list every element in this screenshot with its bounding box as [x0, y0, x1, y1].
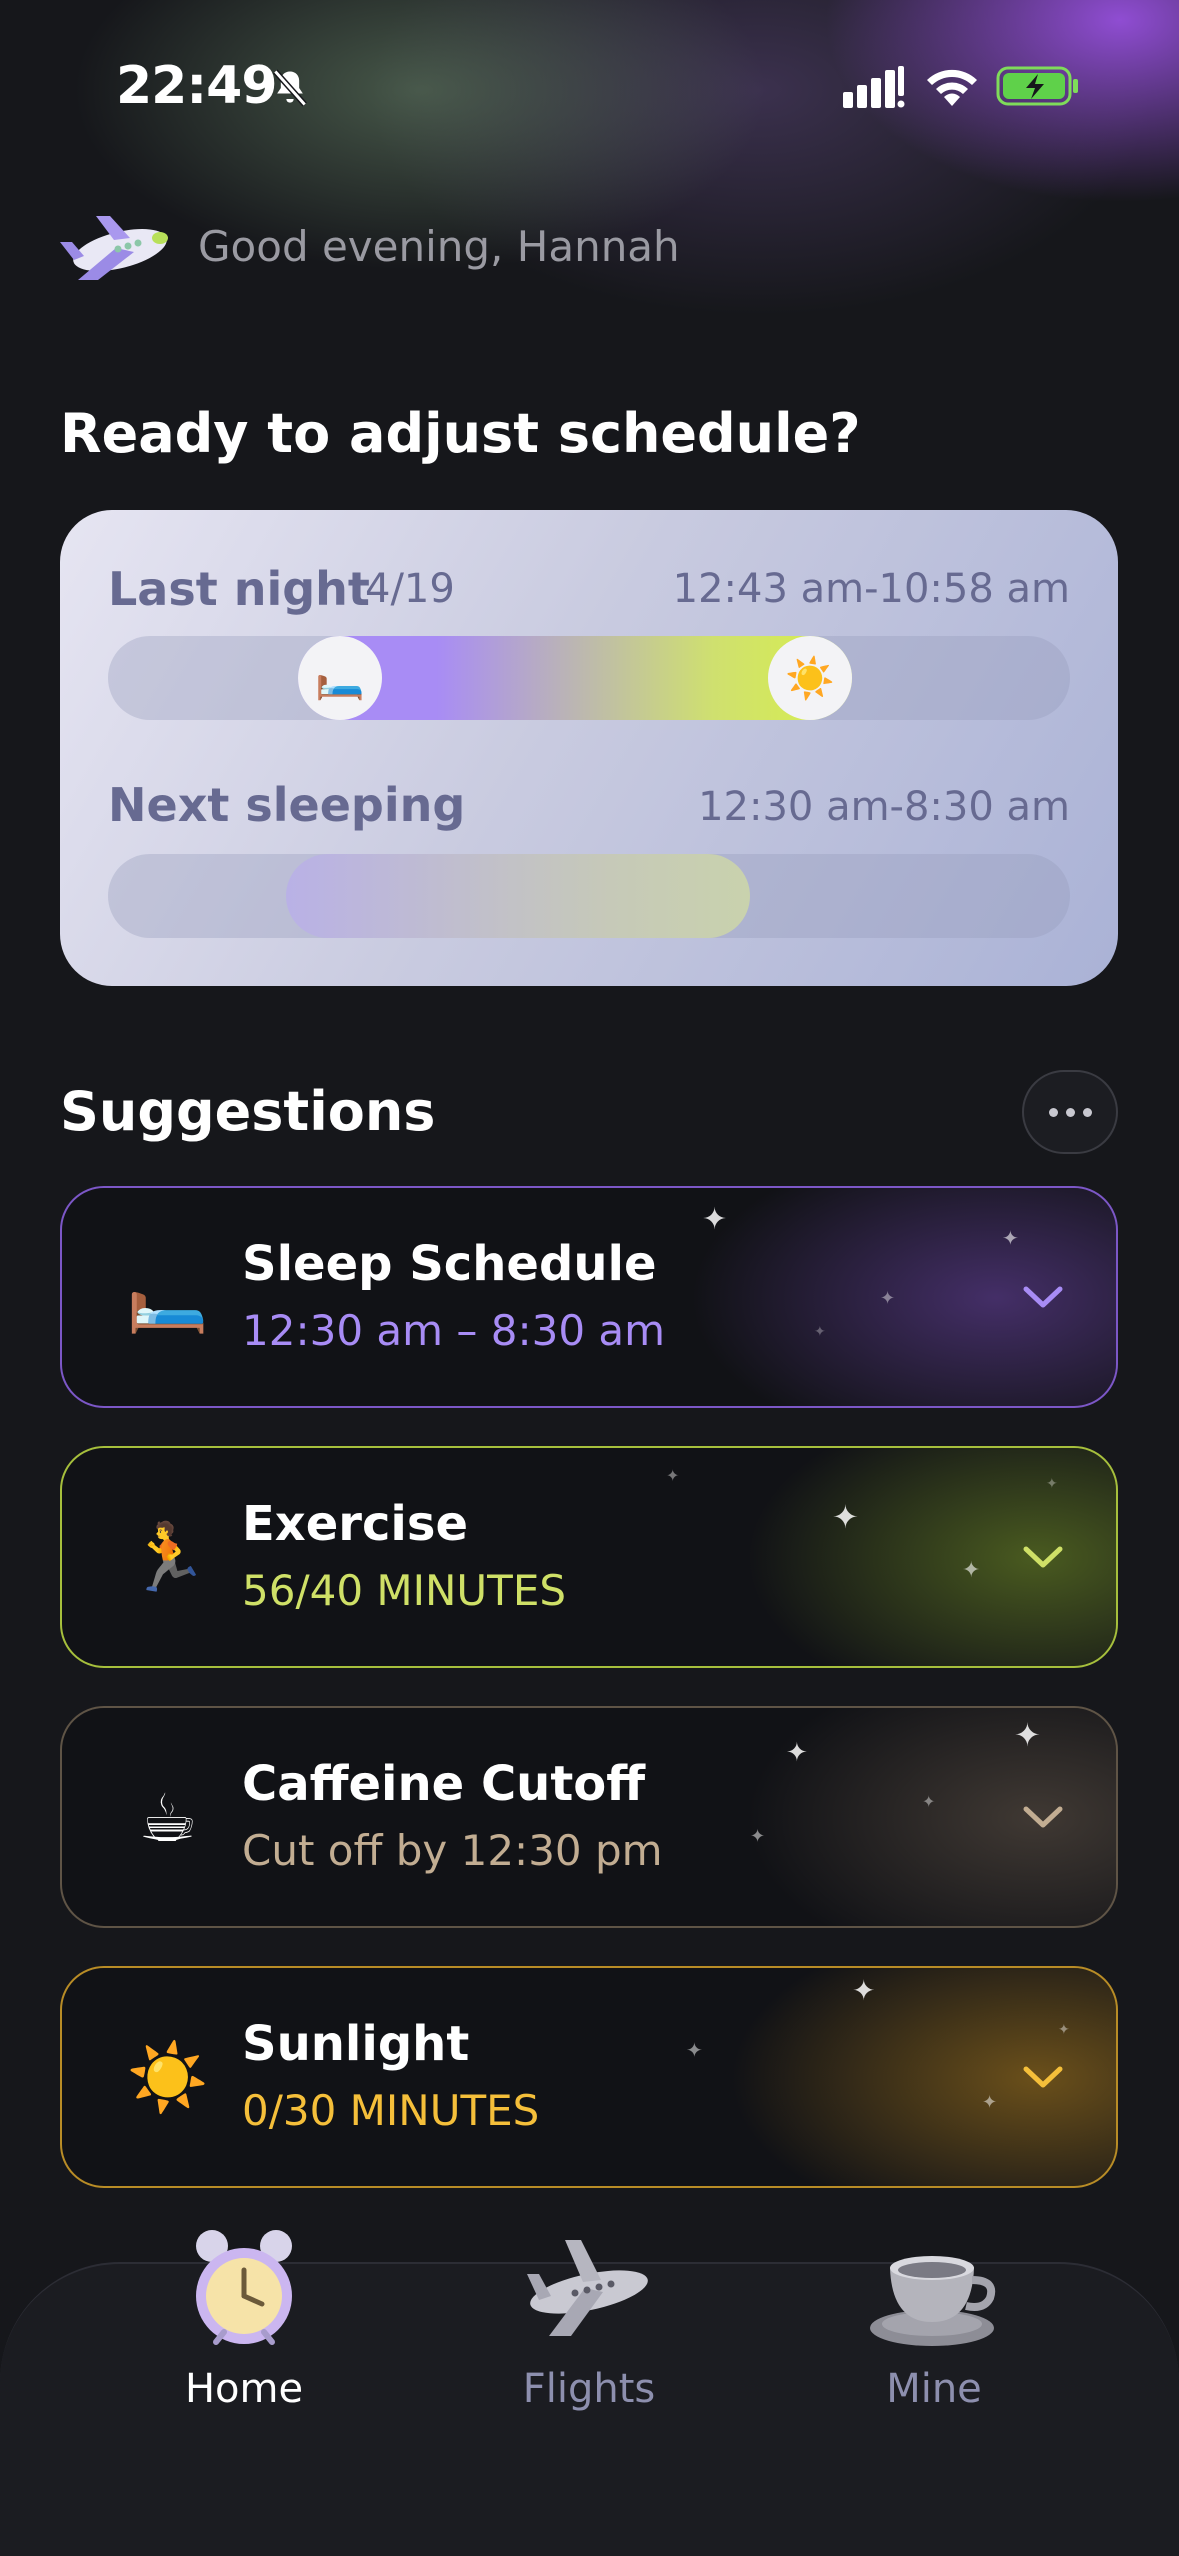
tab-label: Mine — [886, 2366, 982, 2412]
schedule-card[interactable]: Last night 4/19 12:43 am-10:58 am 🛏️ ☀️ … — [60, 510, 1118, 986]
status-bar: 22:49 — [0, 0, 1179, 170]
sparkle-icon: ✦ — [814, 1324, 826, 1340]
bed-icon: 🛏️ — [126, 1259, 210, 1336]
suggestion-title: Sleep Schedule — [242, 1236, 657, 1292]
tab-flights[interactable]: Flights — [479, 2224, 699, 2454]
sparkle-icon: ✦ — [1046, 1476, 1058, 1492]
cellular-signal-icon — [843, 66, 905, 108]
sun-icon: ☀️ — [126, 2039, 210, 2116]
greeting-text: Good evening, Hannah — [198, 222, 680, 271]
last-night-time-range: 12:43 am-10:58 am — [672, 566, 1070, 612]
sparkle-icon: ✦ — [666, 1466, 680, 1485]
coffee-icon: ☕ — [138, 1779, 198, 1857]
sparkle-icon: ✦ — [702, 1202, 728, 1237]
suggestion-card-sleep-schedule[interactable]: ✦ ✦ ✦ ✦ 🛏️ Sleep Schedule 12:30 am – 8:3… — [60, 1186, 1118, 1408]
sparkle-icon: ✦ — [922, 1792, 936, 1811]
suggestion-title: Sunlight — [242, 2016, 470, 2072]
suggestion-card-exercise[interactable]: ✦ ✦ ✦ ✦ 🏃 Exercise 56/40 MINUTES — [60, 1446, 1118, 1668]
chevron-down-icon[interactable] — [1020, 1274, 1066, 1320]
chevron-down-icon[interactable] — [1020, 1794, 1066, 1840]
sparkle-icon: ✦ — [1002, 1226, 1019, 1250]
status-time: 22:49 — [116, 56, 278, 116]
suggestion-title: Exercise — [242, 1496, 469, 1552]
last-night-sleep-bar: 🛏️ ☀️ — [108, 636, 1070, 720]
bed-icon: 🛏️ — [298, 636, 382, 720]
sparkle-icon: ✦ — [686, 2038, 703, 2062]
airplane-icon — [527, 2240, 648, 2336]
suggestion-card-sunlight[interactable]: ✦ ✦ ✦ ✦ ☀️ Sunlight 0/30 MINUTES — [60, 1966, 1118, 2188]
airplane-icon — [60, 216, 168, 280]
tab-label: Home — [184, 2366, 304, 2412]
suggestion-subtitle: Cut off by 12:30 pm — [242, 1826, 663, 1875]
runner-icon: 🏃 — [126, 1519, 210, 1596]
suggestion-subtitle: 0/30 MINUTES — [242, 2086, 540, 2135]
tab-home[interactable]: Home — [134, 2224, 354, 2454]
alarm-clock-icon — [196, 2230, 292, 2345]
page-title: Ready to adjust schedule? — [60, 402, 861, 465]
next-sleeping-time-range: 12:30 am-8:30 am — [698, 784, 1070, 830]
more-dot — [1048, 1107, 1058, 1117]
tab-label: Flights — [522, 2366, 656, 2412]
sparkle-icon: ✦ — [962, 1558, 981, 1583]
sparkle-icon: ✦ — [982, 2092, 998, 2113]
last-night-label: Last night — [108, 562, 370, 616]
more-dot — [1065, 1107, 1075, 1117]
next-sleeping-label: Next sleeping — [108, 778, 466, 832]
sparkle-icon: ✦ — [1014, 1716, 1041, 1754]
sun-icon: ☀️ — [768, 636, 852, 720]
sparkle-icon: ✦ — [750, 1826, 766, 1847]
battery-charging-icon — [996, 66, 1078, 106]
suggestion-subtitle: 12:30 am – 8:30 am — [242, 1306, 666, 1355]
tab-bar: Home Flights Mine — [0, 2230, 1179, 2556]
sparkle-icon: ✦ — [832, 1498, 859, 1536]
suggestions-title: Suggestions — [60, 1080, 436, 1143]
sparkle-icon: ✦ — [852, 1974, 876, 2007]
sparkle-icon: ✦ — [880, 1288, 896, 1309]
sparkle-icon: ✦ — [786, 1738, 808, 1768]
suggestion-subtitle: 56/40 MINUTES — [242, 1566, 567, 1615]
suggestion-card-caffeine-cutoff[interactable]: ✦ ✦ ✦ ✦ ☕ Caffeine Cutoff Cut off by 12:… — [60, 1706, 1118, 1928]
next-sleeping-fill — [286, 854, 750, 938]
chevron-down-icon[interactable] — [1020, 2054, 1066, 2100]
last-night-date: 4/19 — [365, 566, 455, 612]
sparkle-icon: ✦ — [1058, 2022, 1070, 2038]
teacup-icon — [870, 2256, 996, 2346]
next-sleeping-bar — [108, 854, 1070, 938]
suggestion-title: Caffeine Cutoff — [242, 1756, 646, 1812]
chevron-down-icon[interactable] — [1020, 1534, 1066, 1580]
wifi-icon — [927, 69, 977, 106]
more-options-button[interactable] — [1022, 1070, 1118, 1154]
bell-slash-icon — [273, 69, 307, 107]
more-dot — [1082, 1107, 1092, 1117]
tab-mine[interactable]: Mine — [824, 2224, 1044, 2454]
